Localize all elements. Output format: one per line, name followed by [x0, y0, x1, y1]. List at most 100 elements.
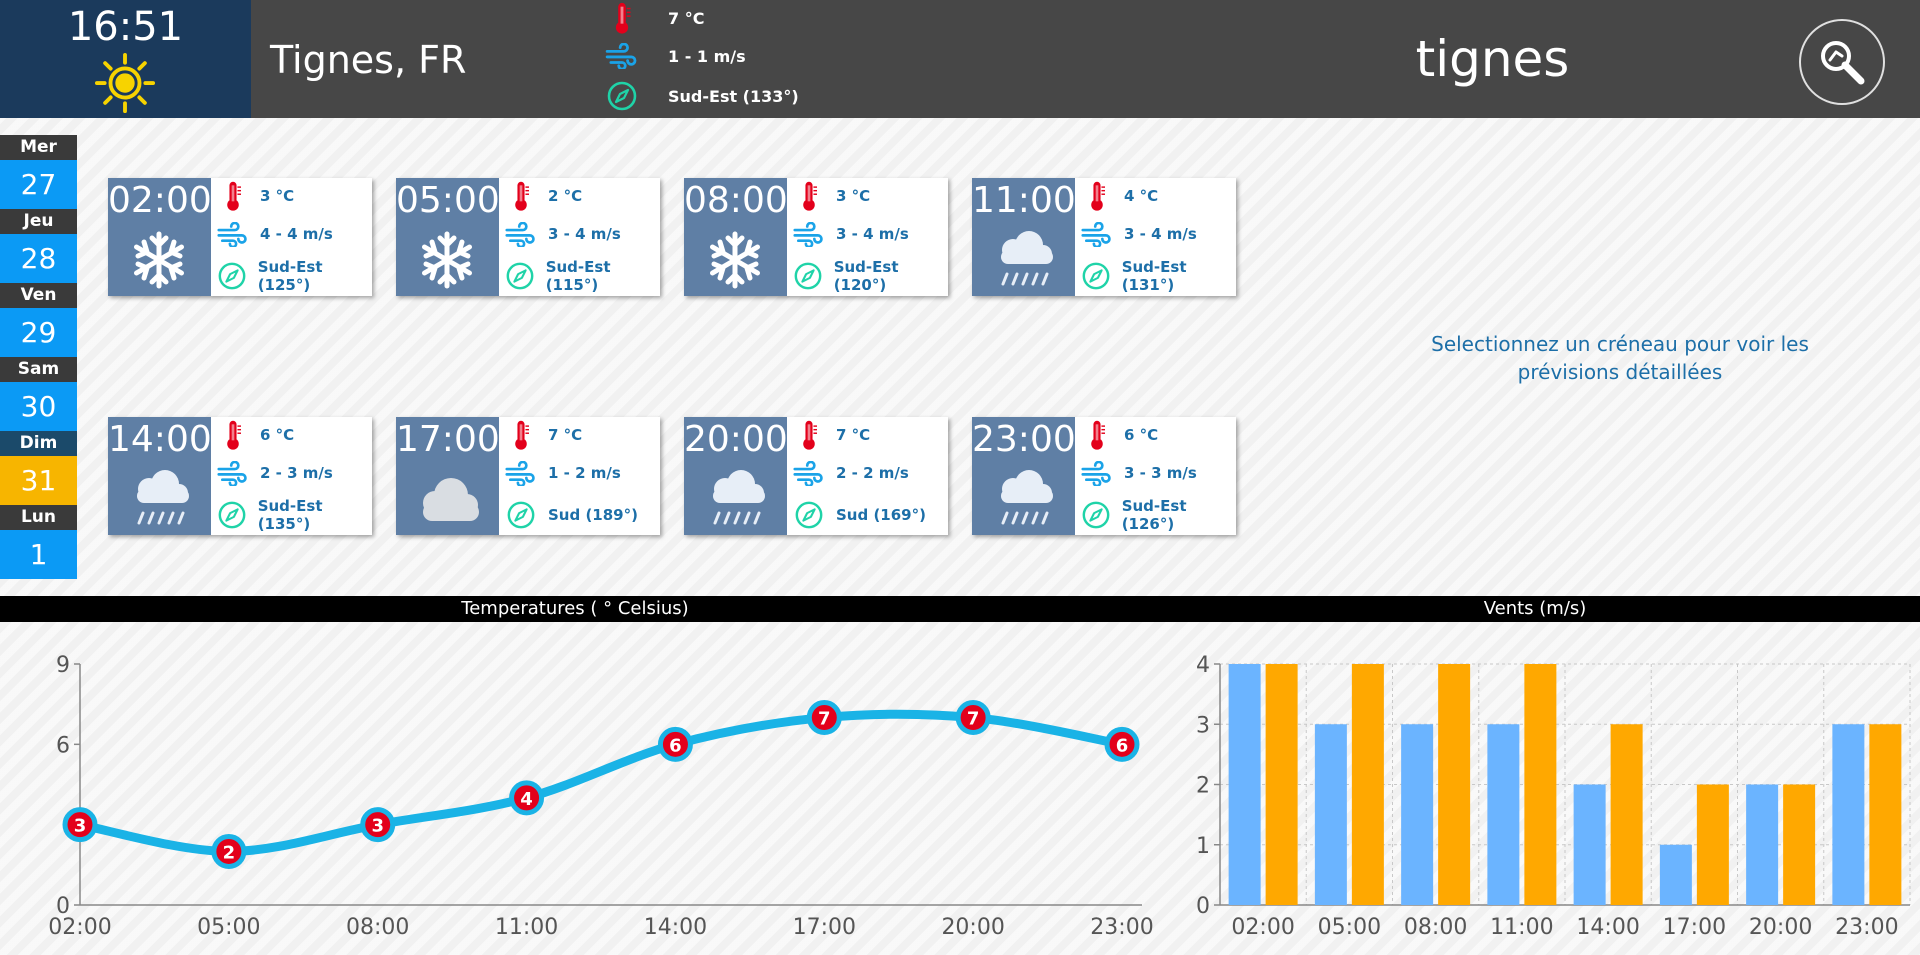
slot-card-1700[interactable]: 17:00 7 °C 1 - 2 m/s Sud (189°) — [396, 417, 660, 535]
slot-temperature: 7 °C — [548, 426, 583, 444]
rain-icon — [987, 228, 1059, 292]
slot-time: 17:00 — [396, 419, 500, 460]
wind-icon — [605, 43, 639, 69]
rain-icon — [699, 467, 771, 531]
day-name-ven: Ven — [0, 283, 77, 308]
slot-direction: Sud-Est (120°) — [833, 258, 899, 294]
slot-card-0500[interactable]: 05:00 2 °C 3 - 4 m/s Sud-Est (115°) — [396, 178, 660, 296]
temperature-point-label: 6 — [1116, 735, 1129, 756]
wind-min-bar — [1832, 724, 1865, 905]
day-button-28[interactable]: 28 — [0, 234, 77, 283]
snow-icon — [699, 228, 771, 292]
wind-icon — [793, 461, 825, 486]
temperature-x-tick-label: 23:00 — [1090, 915, 1153, 940]
thermometer-icon — [1086, 419, 1108, 451]
day-button-31[interactable]: 31 — [0, 456, 77, 505]
compass-icon — [217, 500, 247, 530]
slot-card-1100[interactable]: 11:00 4 °C 3 - 4 m/s Sud-Est (131°) — [972, 178, 1236, 296]
temperature-point-label: 2 — [223, 842, 236, 863]
chart-title-bar: Temperatures ( ° Celsius) Vents (m/s) — [0, 596, 1920, 622]
wind-y-tick-label: 0 — [1196, 894, 1210, 919]
day-name-sam: Sam — [0, 357, 77, 382]
wind-y-tick-label: 2 — [1196, 774, 1210, 799]
clock-panel: 16:51 — [0, 0, 251, 118]
thermometer-icon — [798, 419, 820, 451]
header-bar: 16:51 Tignes, FR 7 °C 1 - 1 m/s Sud-Est … — [0, 0, 1920, 118]
slot-temperature: 6 °C — [260, 426, 295, 444]
detail-hint: Selectionnez un créneau pour voir les pr… — [1431, 332, 1809, 384]
slot-time: 23:00 — [972, 419, 1076, 460]
slot-wind: 4 - 4 m/s — [260, 225, 333, 243]
slot-wind: 3 - 4 m/s — [1124, 225, 1197, 243]
slot-card-0800[interactable]: 08:00 3 °C 3 - 4 m/s Sud-Est (120°) — [684, 178, 948, 296]
search-icon — [1821, 41, 1865, 85]
cloud-icon — [411, 467, 483, 531]
compass-icon — [505, 261, 535, 291]
wind-chart: 0 1 2 3 4 02:00 05:00 08:00 11:00 14:00 17:00 20:00… — [1196, 653, 1911, 940]
temperature-y-tick-label: 6 — [56, 733, 70, 758]
temperature-point-label: 3 — [371, 816, 384, 837]
temperature-point-label: 3 — [74, 816, 87, 837]
wind-icon — [505, 461, 537, 486]
wind-icon — [217, 222, 249, 247]
wind-icon — [505, 222, 537, 247]
slot-time: 02:00 — [108, 180, 212, 221]
day-button-27[interactable]: 27 — [0, 160, 77, 209]
wind-x-tick-label: 20:00 — [1749, 915, 1812, 940]
slot-card-0200[interactable]: 02:00 3 °C 4 - 4 m/s Sud-Est (125°) — [108, 178, 372, 296]
wind-max-bar — [1351, 664, 1384, 905]
slot-card-2300[interactable]: 23:00 6 °C 3 - 3 m/s Sud-Est (126°) — [972, 417, 1236, 535]
rain-icon — [123, 467, 195, 531]
thermometer-icon — [1086, 180, 1108, 212]
slot-direction: Sud (189°) — [548, 506, 638, 524]
slot-time: 08:00 — [684, 180, 788, 221]
wind-icon — [1081, 222, 1113, 247]
current-wind-value: 1 - 1 m/s — [668, 46, 746, 66]
slot-card-1400[interactable]: 14:00 6 °C 2 - 3 m/s Sud-Est (135°) — [108, 417, 372, 535]
wind-min-bar — [1228, 664, 1261, 905]
slot-direction: Sud-Est (126°) — [1121, 497, 1187, 533]
day-button-1[interactable]: 1 — [0, 530, 77, 579]
slot-wind: 3 - 4 m/s — [548, 225, 621, 243]
slot-direction: Sud-Est (125°) — [257, 258, 323, 294]
day-name-jeu: Jeu — [0, 209, 77, 234]
day-name-dim: Dim — [0, 431, 77, 456]
snow-icon — [123, 228, 195, 292]
clock-time: 16:51 — [67, 4, 184, 50]
current-wind: 1 - 1 m/s — [604, 38, 746, 74]
compass-icon — [1081, 500, 1111, 530]
wind-min-bar — [1314, 724, 1347, 905]
slot-time: 20:00 — [684, 419, 788, 460]
temperature-chart: 06902:00 05:00 08:00 11:00 14:00 17:00 20:00 23… — [48, 653, 1153, 940]
slot-temperature: 6 °C — [1124, 426, 1159, 444]
snow-icon — [411, 228, 483, 292]
wind-y-tick-label: 3 — [1196, 713, 1210, 738]
slot-direction: Sud-Est (115°) — [545, 258, 611, 294]
wind-y-tick-label: 4 — [1196, 653, 1210, 678]
temperature-point-label: 7 — [967, 709, 980, 730]
temperature-x-tick-label: 02:00 — [48, 915, 111, 940]
sun-icon — [94, 52, 156, 114]
day-selector: Mer 27 Jeu 28 Ven 29 Sam 30 Dim 31 Lun 1 — [0, 135, 77, 579]
wind-max-bar — [1524, 664, 1557, 905]
temperature-line — [75, 709, 1127, 856]
current-temperature-value: 7 °C — [668, 8, 705, 28]
slot-wind: 3 - 3 m/s — [1124, 464, 1197, 482]
compass-icon — [793, 261, 823, 291]
wind-max-bar — [1869, 724, 1902, 905]
day-button-29[interactable]: 29 — [0, 308, 77, 357]
temperature-point-label: 7 — [818, 709, 831, 730]
wind-x-tick-label: 08:00 — [1404, 915, 1467, 940]
slot-temperature: 2 °C — [548, 187, 583, 205]
day-button-30[interactable]: 30 — [0, 382, 77, 431]
slot-card-2000[interactable]: 20:00 7 °C 2 - 2 m/s Sud (169°) — [684, 417, 948, 535]
compass-icon — [794, 500, 824, 530]
slot-wind: 2 - 2 m/s — [836, 464, 909, 482]
search-button[interactable] — [1799, 19, 1885, 105]
current-direction: Sud-Est (133°) — [604, 78, 799, 114]
thermometer-icon — [510, 419, 532, 451]
temperature-point-label: 4 — [520, 789, 533, 810]
wind-min-bar — [1573, 784, 1606, 905]
wind-x-tick-label: 23:00 — [1835, 915, 1898, 940]
wind-max-bar — [1610, 724, 1643, 905]
